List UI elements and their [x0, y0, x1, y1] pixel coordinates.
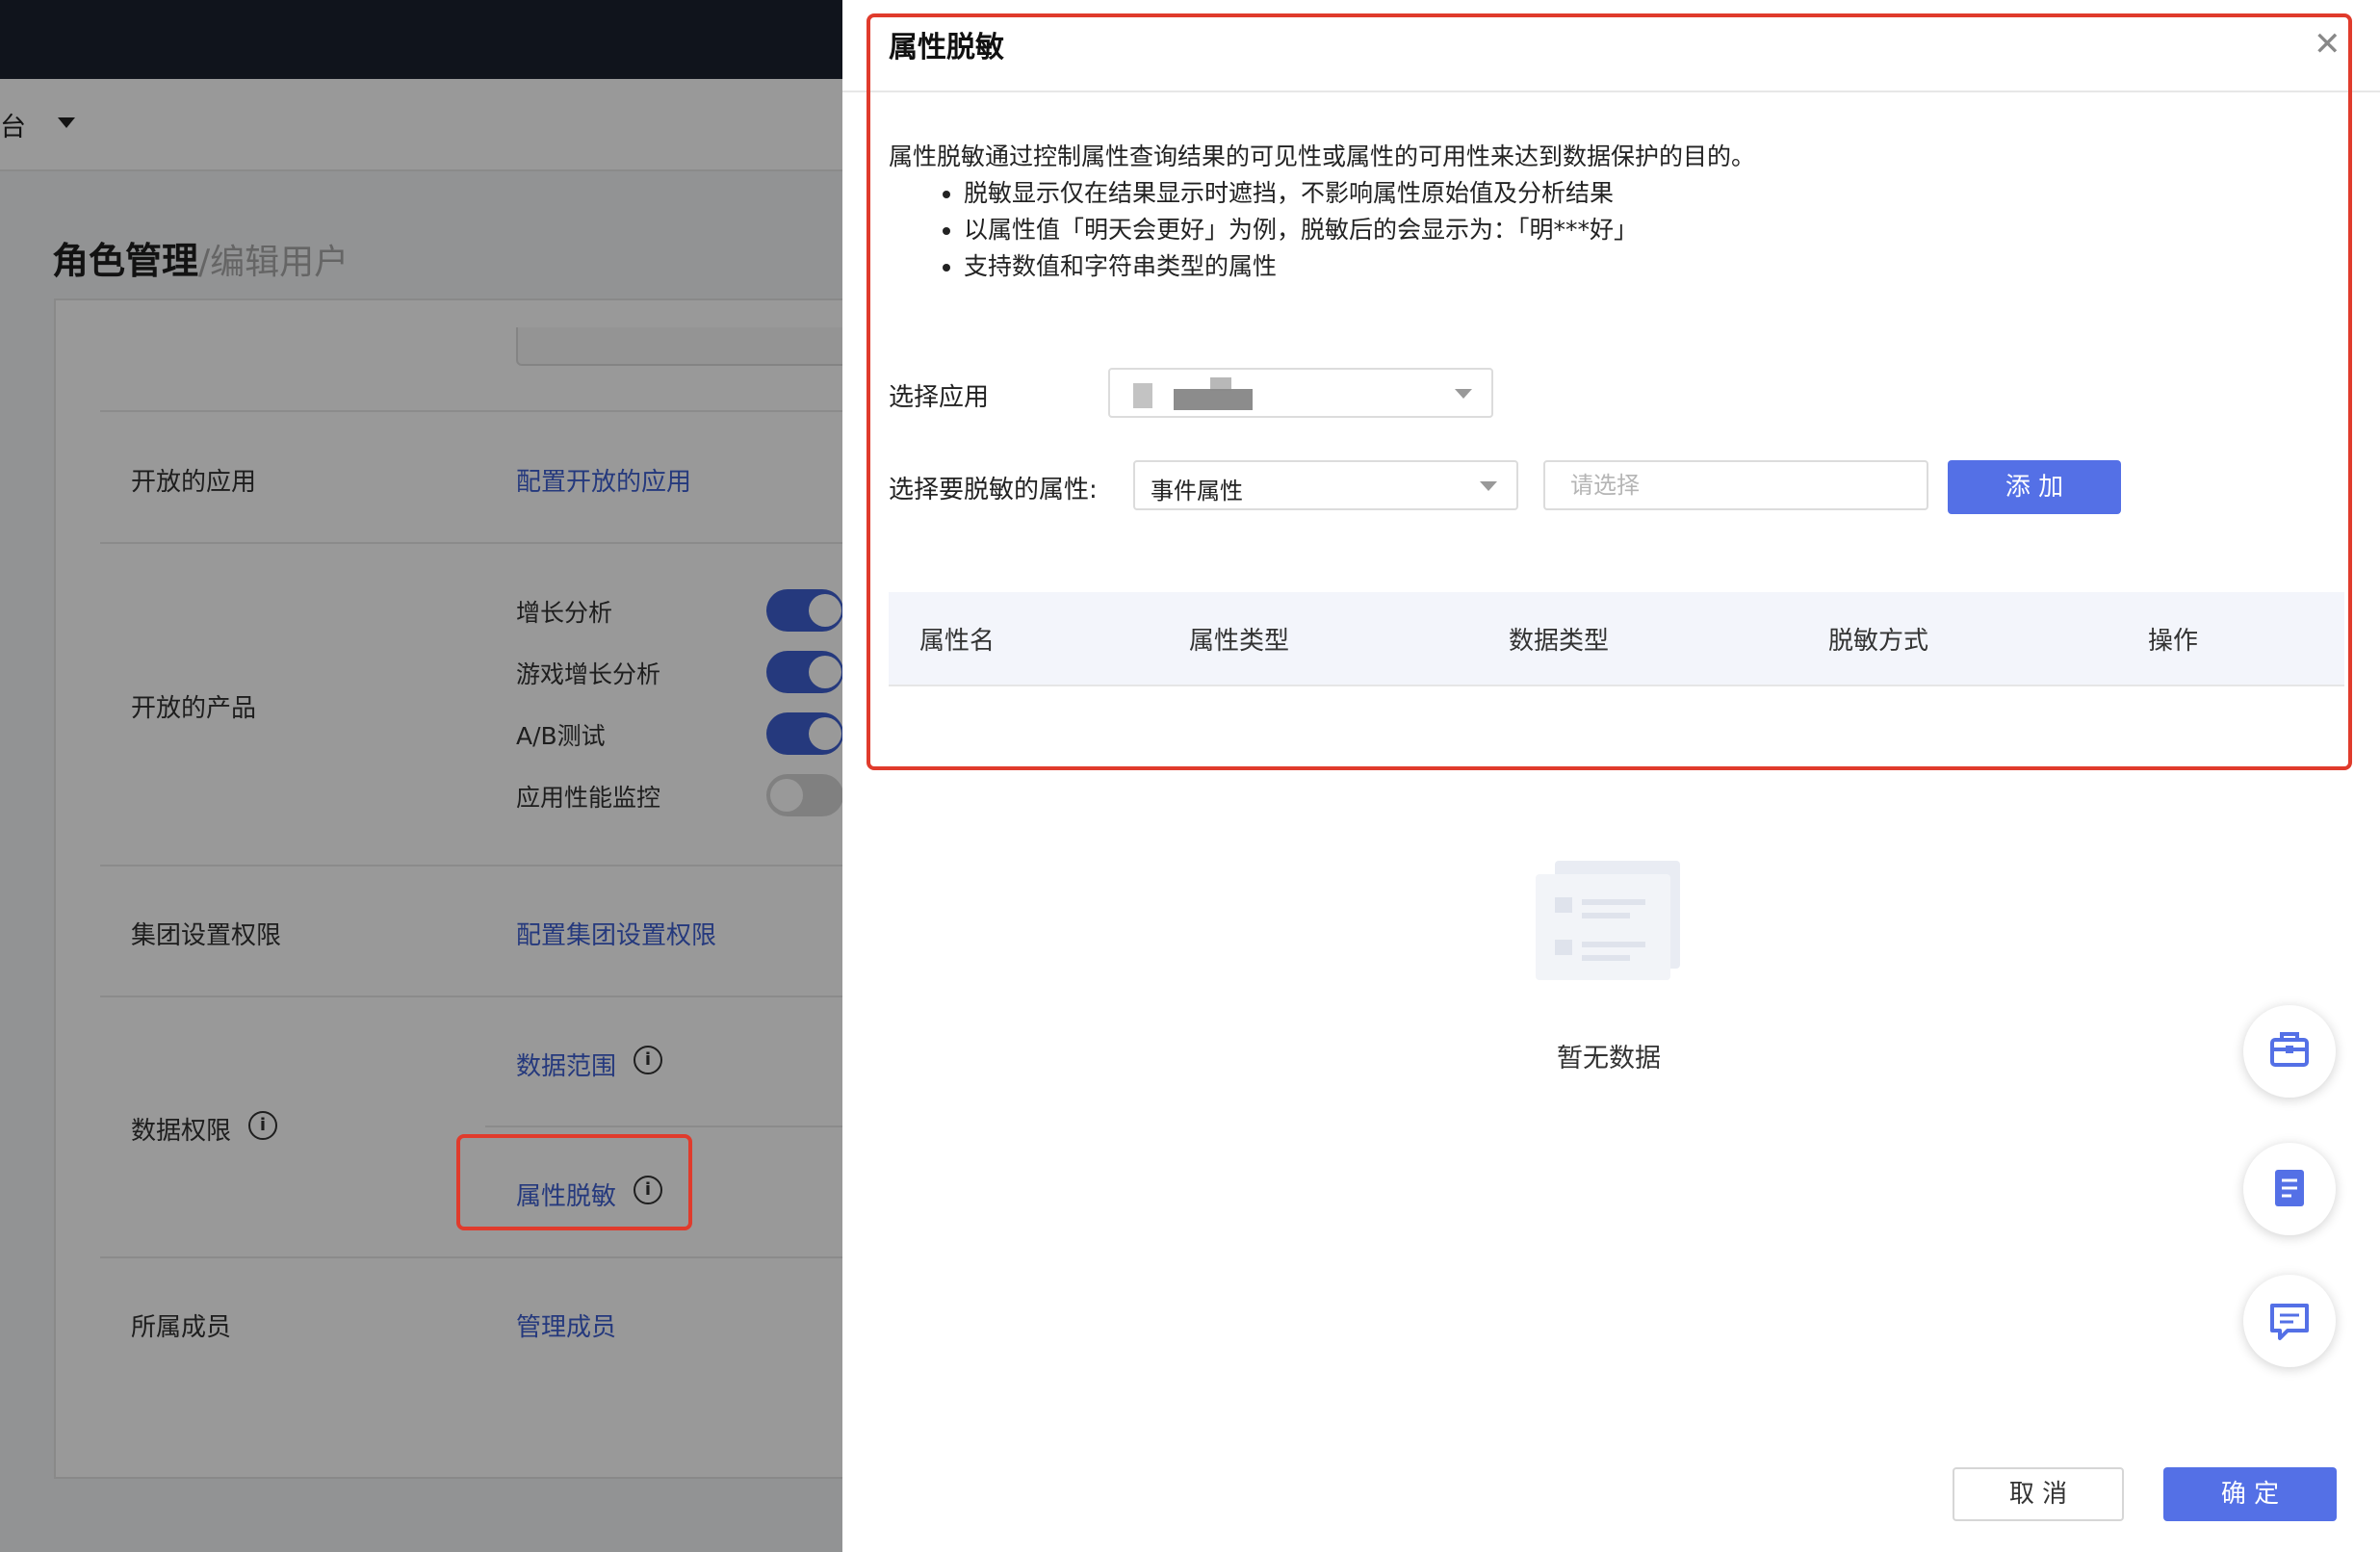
document-icon	[2275, 1170, 2304, 1206]
chat-icon	[2270, 1304, 2309, 1340]
chat-button[interactable]	[2243, 1275, 2336, 1367]
empty-text: 暂无数据	[1557, 1044, 1661, 1073]
toolbox-button[interactable]	[2243, 1005, 2336, 1098]
highlight-box-masking	[456, 1134, 692, 1230]
background-page: 台 角色管理/编辑用户 开放的应用 配置开放的应用 开放的产品 增长分析 游戏增…	[0, 0, 842, 1552]
highlight-box-drawer	[867, 13, 2352, 770]
confirm-button[interactable]: 确 定	[2163, 1467, 2337, 1521]
empty-data-icon	[1536, 861, 1680, 980]
cancel-button[interactable]: 取 消	[1953, 1467, 2124, 1521]
modal-overlay[interactable]	[0, 0, 842, 1552]
document-button[interactable]	[2243, 1143, 2336, 1235]
attribute-masking-drawer: 属性脱敏 ✕ 属性脱敏通过控制属性查询结果的可见性或属性的可用性来达到数据保护的…	[842, 0, 2380, 1552]
toolbox-icon	[2270, 1032, 2309, 1067]
